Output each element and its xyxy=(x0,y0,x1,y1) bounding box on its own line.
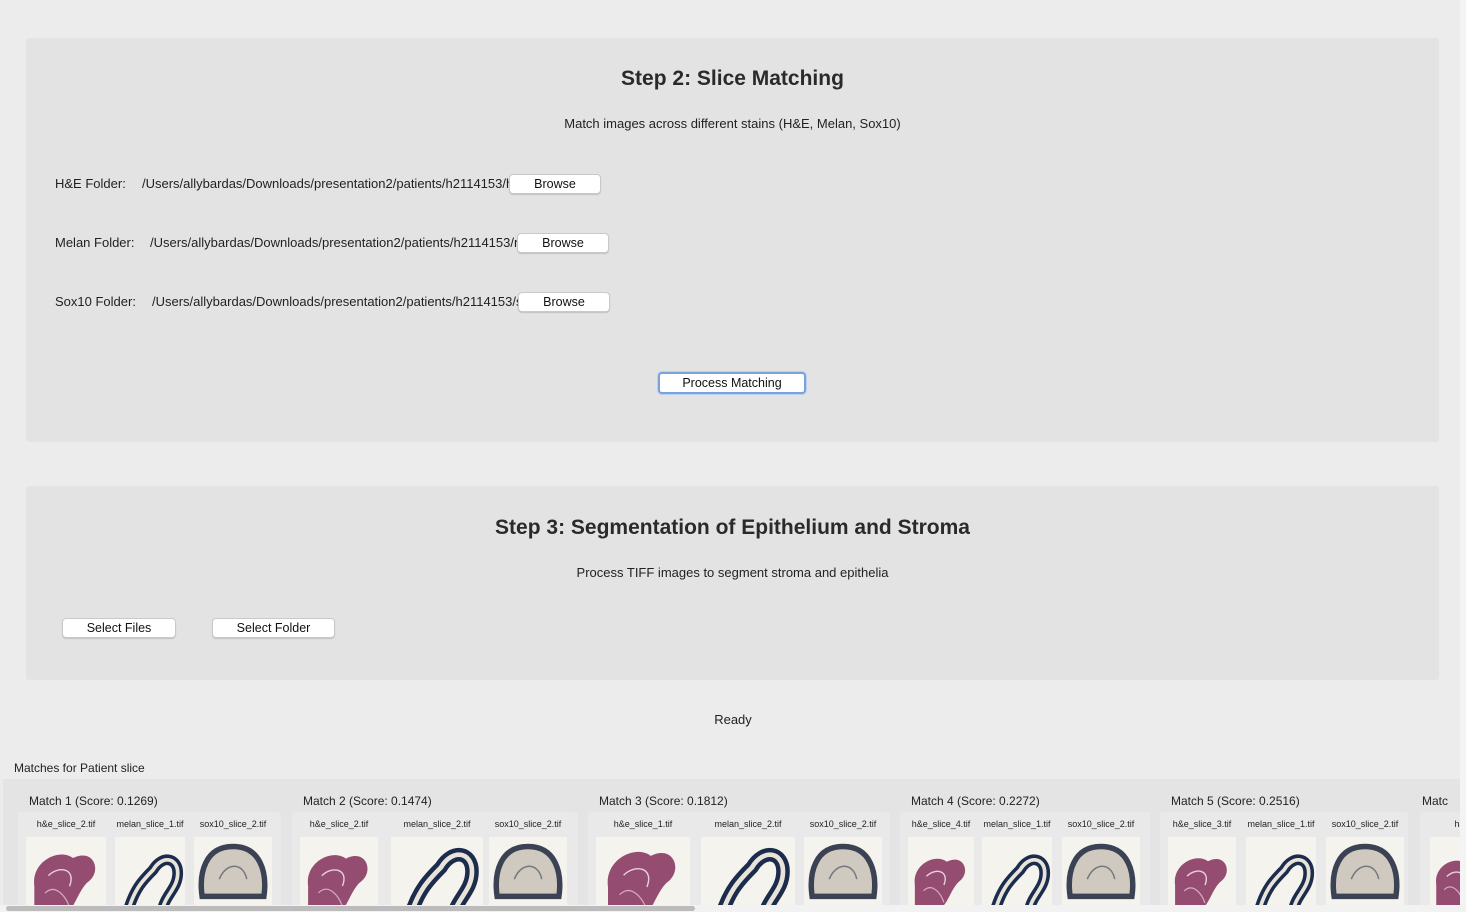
slice-filename: sox10_slice_2.tif xyxy=(809,819,877,829)
sox10-browse-button[interactable]: Browse xyxy=(518,292,610,312)
step2-title: Step 2: Slice Matching xyxy=(621,67,844,90)
slice-item: h&e_slice_2.tif xyxy=(300,812,378,905)
slice-filename: sox10_slice_2.tif xyxy=(1331,819,1399,829)
sox10-tissue-thumbnail[interactable] xyxy=(1062,837,1140,905)
matches-title: Matches for Patient slice xyxy=(14,761,145,775)
slice-filename: h&e_slice_4.tif xyxy=(911,819,971,829)
he-tissue-thumbnail[interactable] xyxy=(1430,837,1460,905)
match-card: h& xyxy=(1420,812,1460,905)
match-card: h&e_slice_4.tif melan_slice_1.tif sox10_sl… xyxy=(900,812,1150,905)
match-card: h&e_slice_2.tif melan_slice_1.tif sox10_sl… xyxy=(18,812,281,905)
slice-filename: sox10_slice_2.tif xyxy=(199,819,267,829)
select-files-button[interactable]: Select Files xyxy=(62,618,176,638)
slice-item: melan_slice_2.tif xyxy=(701,812,795,905)
he-browse-button[interactable]: Browse xyxy=(509,174,601,194)
slice-filename: melan_slice_2.tif xyxy=(714,819,782,829)
match-card: h&e_slice_2.tif melan_slice_2.tif sox10_sl… xyxy=(292,812,578,905)
sox10-tissue-thumbnail[interactable] xyxy=(804,837,882,905)
slice-item: sox10_slice_2.tif xyxy=(1326,812,1404,905)
melan-folder-path: /Users/allybardas/Downloads/presentation… xyxy=(150,235,522,250)
slice-item: h&e_slice_2.tif xyxy=(26,812,106,905)
slice-filename: melan_slice_2.tif xyxy=(403,819,471,829)
slice-item: melan_slice_1.tif xyxy=(1246,812,1316,905)
slice-item: melan_slice_1.tif xyxy=(982,812,1052,905)
he-tissue-thumbnail[interactable] xyxy=(26,837,106,905)
match-title: Matc xyxy=(1422,794,1449,808)
slice-filename: sox10_slice_2.tif xyxy=(1067,819,1135,829)
melan-folder-label: Melan Folder: xyxy=(55,235,135,250)
slice-item: h&e_slice_1.tif xyxy=(596,812,690,905)
slice-filename: sox10_slice_2.tif xyxy=(494,819,562,829)
slice-item: h& xyxy=(1430,812,1460,905)
sox10-tissue-thumbnail[interactable] xyxy=(194,837,272,905)
melan-tissue-thumbnail[interactable] xyxy=(982,837,1052,905)
match-title: Match 3 (Score: 0.1812) xyxy=(599,794,728,808)
sox10-tissue-thumbnail[interactable] xyxy=(489,837,567,905)
slice-item: h&e_slice_4.tif xyxy=(908,812,974,905)
slice-item: sox10_slice_2.tif xyxy=(1062,812,1140,905)
sox10-folder-path: /Users/allybardas/Downloads/presentation… xyxy=(152,294,523,309)
match-title: Match 1 (Score: 0.1269) xyxy=(29,794,158,808)
select-folder-button[interactable]: Select Folder xyxy=(212,618,335,638)
slice-item: sox10_slice_2.tif xyxy=(489,812,567,905)
match-card: h&e_slice_3.tif melan_slice_1.tif sox10_sl… xyxy=(1160,812,1408,905)
slice-item: melan_slice_1.tif xyxy=(115,812,185,905)
he-tissue-thumbnail[interactable] xyxy=(1168,837,1236,905)
melan-tissue-thumbnail[interactable] xyxy=(391,837,483,905)
match-card: h&e_slice_1.tif melan_slice_2.tif sox10_sl… xyxy=(588,812,890,905)
sox10-folder-label: Sox10 Folder: xyxy=(55,294,136,309)
slice-item: h&e_slice_3.tif xyxy=(1168,812,1236,905)
step3-panel: Step 3: Segmentation of Epithelium and S… xyxy=(26,486,1439,680)
slice-filename: h&e_slice_1.tif xyxy=(613,819,673,829)
slice-item: sox10_slice_2.tif xyxy=(194,812,272,905)
step3-subtitle: Process TIFF images to segment stroma an… xyxy=(576,565,889,580)
sox10-tissue-thumbnail[interactable] xyxy=(1326,837,1404,905)
melan-tissue-thumbnail[interactable] xyxy=(1246,837,1316,905)
slice-filename: h&e_slice_3.tif xyxy=(1172,819,1232,829)
vertical-scrollbar[interactable] xyxy=(1460,0,1466,905)
slice-filename: melan_slice_1.tif xyxy=(116,819,184,829)
slice-filename: h& xyxy=(1454,819,1460,829)
match-title: Match 4 (Score: 0.2272) xyxy=(911,794,1040,808)
he-folder-path: /Users/allybardas/Downloads/presentation… xyxy=(142,176,514,191)
slice-item: sox10_slice_2.tif xyxy=(804,812,882,905)
process-matching-button[interactable]: Process Matching xyxy=(658,372,806,394)
melan-browse-button[interactable]: Browse xyxy=(517,233,609,253)
step2-panel: Step 2: Slice Matching Match images acro… xyxy=(26,38,1439,442)
he-tissue-thumbnail[interactable] xyxy=(908,837,974,905)
step3-title: Step 3: Segmentation of Epithelium and S… xyxy=(495,516,970,539)
melan-tissue-thumbnail[interactable] xyxy=(701,837,795,905)
slice-filename: melan_slice_1.tif xyxy=(983,819,1051,829)
he-tissue-thumbnail[interactable] xyxy=(596,837,690,905)
slice-filename: melan_slice_1.tif xyxy=(1247,819,1315,829)
slice-item: melan_slice_2.tif xyxy=(391,812,483,905)
matches-strip: Match 1 (Score: 0.1269) h&e_slice_2.tif me… xyxy=(3,779,1460,905)
step2-subtitle: Match images across different stains (H&… xyxy=(564,116,901,131)
status-text: Ready xyxy=(714,712,752,727)
he-folder-label: H&E Folder: xyxy=(55,176,126,191)
he-tissue-thumbnail[interactable] xyxy=(300,837,378,905)
match-title: Match 2 (Score: 0.1474) xyxy=(303,794,432,808)
melan-tissue-thumbnail[interactable] xyxy=(115,837,185,905)
match-title: Match 5 (Score: 0.2516) xyxy=(1171,794,1300,808)
slice-filename: h&e_slice_2.tif xyxy=(36,819,96,829)
slice-filename: h&e_slice_2.tif xyxy=(309,819,369,829)
horizontal-scrollbar-thumb[interactable] xyxy=(6,906,695,911)
